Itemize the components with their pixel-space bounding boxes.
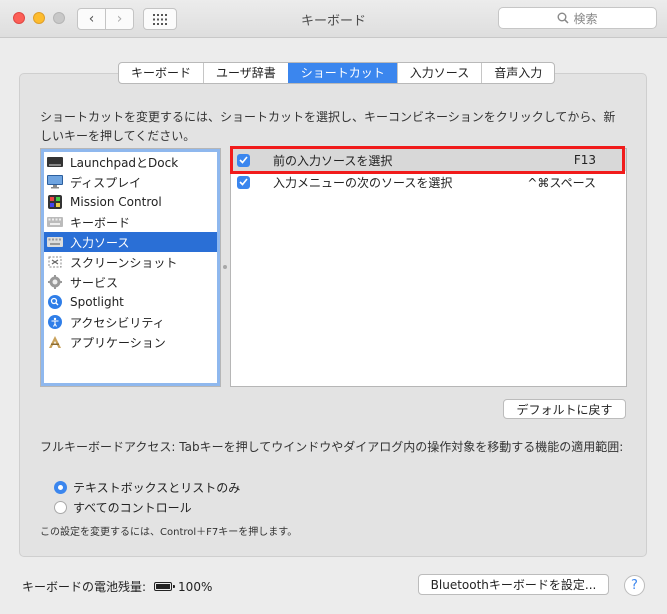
category-screenshots[interactable]: スクリーンショット: [44, 252, 217, 272]
radio-button-unselected: [54, 500, 67, 514]
tab-user-dictionary[interactable]: ユーザ辞書: [203, 63, 288, 83]
control-f7-hint: この設定を変更するには、Control＋F7キーを押します。: [40, 527, 298, 538]
help-icon: ?: [631, 578, 638, 593]
applications-icon: [47, 335, 63, 349]
shortcut-checkbox[interactable]: [237, 175, 250, 189]
tab-keyboard[interactable]: キーボード: [119, 63, 203, 83]
shortcut-row[interactable]: 前の入力ソースを選択 F13: [231, 149, 626, 171]
shortcut-category-list[interactable]: LaunchpadとDock ディスプレイ Mission Control キー…: [40, 148, 221, 387]
category-launchpad-dock[interactable]: LaunchpadとDock: [44, 152, 217, 172]
search-field[interactable]: 検索: [498, 7, 657, 29]
category-label: アプリケーション: [70, 335, 166, 350]
category-mission-control[interactable]: Mission Control: [44, 192, 217, 212]
mission-control-icon: [47, 195, 63, 209]
category-input-sources[interactable]: 入力ソース: [44, 232, 217, 252]
title-bar: ‹ › キーボード 検索: [0, 0, 667, 38]
checkmark-icon: [239, 178, 248, 186]
category-keyboard[interactable]: キーボード: [44, 212, 217, 232]
battery-value: 100%: [178, 579, 213, 594]
shortcut-key[interactable]: F13: [574, 153, 596, 167]
battery-status: キーボードの電池残量: 100%: [22, 578, 212, 595]
tab-shortcuts[interactable]: ショートカット: [287, 63, 397, 83]
category-display[interactable]: ディスプレイ: [44, 172, 217, 192]
restore-defaults-button[interactable]: デフォルトに戻す: [503, 399, 626, 419]
battery-label: キーボードの電池残量:: [22, 580, 147, 594]
search-placeholder: 検索: [573, 11, 598, 26]
shortcut-row[interactable]: 入力メニューの次のソースを選択 ^⌘スペース: [231, 171, 626, 193]
category-label: Spotlight: [70, 295, 124, 309]
launchpad-icon: [47, 155, 63, 169]
shortcut-name: 前の入力ソースを選択: [273, 153, 393, 168]
category-label: LaunchpadとDock: [70, 155, 179, 170]
radio-label: テキストボックスとリストのみ: [73, 480, 241, 495]
category-accessibility[interactable]: アクセシビリティ: [44, 312, 217, 332]
category-label: Mission Control: [70, 195, 162, 209]
shortcut-checkbox[interactable]: [237, 153, 250, 167]
input-source-icon: [47, 235, 63, 249]
radio-text-boxes-lists-only[interactable]: テキストボックスとリストのみ: [54, 478, 240, 496]
services-gear-icon: [47, 275, 63, 289]
category-label: サービス: [70, 275, 119, 290]
category-label: アクセシビリティ: [70, 315, 165, 330]
category-label: スクリーンショット: [70, 255, 178, 270]
category-label: キーボード: [70, 215, 131, 230]
radio-label: すべてのコントロール: [73, 500, 192, 515]
search-icon: [557, 12, 570, 24]
battery-icon: [154, 582, 176, 591]
shortcut-instructions: ショートカットを変更するには、ショートカットを選択し、キーコンビネーションをクリ…: [40, 110, 616, 143]
shortcut-key[interactable]: ^⌘スペース: [527, 174, 596, 191]
category-label: ディスプレイ: [70, 175, 142, 190]
radio-button-selected: [54, 480, 67, 494]
display-icon: [47, 175, 63, 189]
shortcut-list[interactable]: 前の入力ソースを選択 F13 入力メニューの次のソースを選択 ^⌘スペース: [230, 148, 627, 387]
category-applications[interactable]: アプリケーション: [44, 332, 217, 352]
accessibility-icon: [47, 315, 63, 329]
checkmark-icon: [239, 156, 248, 164]
tab-input-sources[interactable]: 入力ソース: [396, 63, 481, 83]
tab-bar: キーボード ユーザ辞書 ショートカット 入力ソース 音声入力: [118, 62, 556, 84]
full-keyboard-access-label: フルキーボードアクセス: Tabキーを押してウインドウやダイアログ内の操作対象を…: [40, 440, 624, 454]
category-label: 入力ソース: [70, 235, 130, 250]
screenshot-icon: [47, 255, 63, 269]
tab-dictation[interactable]: 音声入力: [481, 63, 554, 83]
category-services[interactable]: サービス: [44, 272, 217, 292]
split-view-divider[interactable]: [223, 265, 227, 269]
radio-all-controls[interactable]: すべてのコントロール: [54, 498, 192, 516]
keyboard-icon: [47, 215, 63, 229]
shortcut-name: 入力メニューの次のソースを選択: [273, 175, 453, 190]
help-button[interactable]: ?: [624, 575, 645, 596]
spotlight-icon: [47, 295, 63, 309]
category-spotlight[interactable]: Spotlight: [44, 292, 217, 312]
setup-bluetooth-keyboard-button[interactable]: Bluetoothキーボードを設定...: [418, 574, 609, 595]
